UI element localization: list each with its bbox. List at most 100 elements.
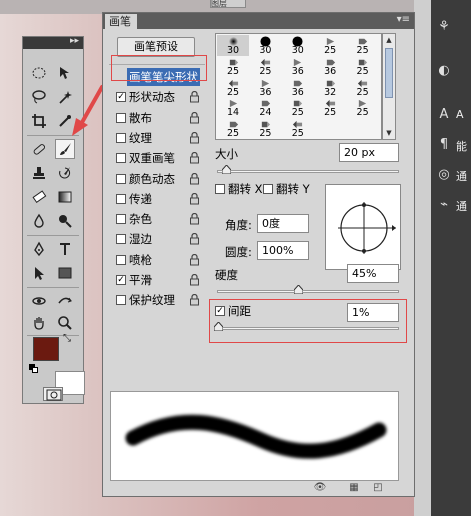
spacing-checkbox[interactable]: ✓ bbox=[215, 306, 225, 316]
gradient-tool[interactable] bbox=[55, 187, 75, 207]
blur-tool[interactable] bbox=[29, 211, 49, 231]
brush-tip-cell[interactable]: 25 bbox=[314, 35, 346, 56]
brush-option-item[interactable]: 颜色动态 bbox=[109, 169, 205, 189]
dock-item-channels[interactable]: ◎ 通 bbox=[431, 164, 471, 190]
angle-input[interactable]: 0度 bbox=[257, 214, 309, 233]
spacing-slider-thumb[interactable] bbox=[214, 322, 224, 331]
tab-brush[interactable]: 画笔 bbox=[105, 14, 137, 29]
dock-item-paths[interactable]: ⌁ 通 bbox=[431, 194, 471, 220]
brush-tip-cell[interactable]: 25 bbox=[217, 77, 249, 98]
brush-option-item[interactable]: ✓ 形状动态 bbox=[109, 87, 205, 107]
lock-icon[interactable] bbox=[189, 213, 200, 225]
dock-item-character[interactable]: AA bbox=[431, 104, 471, 130]
lock-icon[interactable] bbox=[189, 192, 200, 205]
scroll-thumb[interactable] bbox=[385, 48, 393, 98]
brush-tip-cell[interactable]: 25 bbox=[347, 77, 379, 98]
brush-tip-cell[interactable]: 25 bbox=[217, 56, 249, 77]
brush-tip-cell[interactable]: 36 bbox=[282, 56, 314, 77]
brush-tip-cell[interactable]: 24 bbox=[249, 97, 281, 118]
brush-option-checkbox[interactable] bbox=[116, 295, 126, 306]
lock-icon[interactable] bbox=[189, 294, 200, 306]
spacing-input[interactable]: 1% bbox=[347, 303, 399, 322]
panel-menu-icon[interactable]: ▾≡ bbox=[397, 14, 410, 25]
brush-tip-cell[interactable]: 30 bbox=[217, 35, 249, 56]
brush-tip-cell[interactable]: 25 bbox=[347, 97, 379, 118]
roundness-input[interactable]: 100% bbox=[257, 241, 309, 260]
brush-tip-grid[interactable]: 30 30 30 25 25 25 25 36 36 25 25 36 36 32 25 14 24 25 25 25… bbox=[215, 33, 382, 140]
foreground-color-swatch[interactable] bbox=[33, 337, 59, 361]
size-input[interactable]: 20 px bbox=[339, 143, 399, 162]
brush-option-checkbox[interactable] bbox=[116, 234, 126, 245]
grid-view-icon[interactable]: ▦ bbox=[347, 482, 361, 494]
brush-tip-cell[interactable]: 25 bbox=[249, 56, 281, 77]
rectangle-tool[interactable] bbox=[55, 263, 75, 283]
lock-icon[interactable] bbox=[189, 111, 200, 124]
brush-option-checkbox[interactable]: ✓ bbox=[116, 275, 126, 285]
path-selection-tool[interactable] bbox=[29, 263, 49, 283]
lock-icon[interactable] bbox=[189, 233, 200, 245]
brush-option-item[interactable]: 保护纹理 bbox=[109, 290, 205, 310]
hardness-slider-thumb[interactable] bbox=[294, 285, 304, 294]
toolbox-collapse-icon[interactable]: ▸▸ bbox=[70, 36, 79, 46]
zoom-tool[interactable] bbox=[55, 313, 75, 333]
brush-tip-cell[interactable]: 30 bbox=[282, 35, 314, 56]
brush-option-checkbox[interactable] bbox=[116, 132, 126, 143]
toolbox-header[interactable]: ▸▸ bbox=[23, 36, 83, 49]
brush-tip-cell[interactable]: 14 bbox=[217, 97, 249, 118]
lock-icon[interactable] bbox=[189, 91, 200, 103]
brush-tip-cell[interactable]: 25 bbox=[347, 56, 379, 77]
brush-tip-cell[interactable]: 36 bbox=[282, 77, 314, 98]
brush-option-checkbox[interactable] bbox=[116, 153, 126, 164]
eraser-tool[interactable] bbox=[29, 187, 49, 207]
brush-option-checkbox[interactable] bbox=[116, 112, 126, 123]
dodge-tool[interactable] bbox=[55, 211, 75, 231]
angle-roundness-widget[interactable] bbox=[325, 184, 401, 270]
brush-option-item[interactable]: 喷枪 bbox=[109, 250, 205, 270]
brush-option-item[interactable]: ✓ 平滑 bbox=[109, 270, 205, 290]
brush-tip-cell[interactable]: 25 bbox=[282, 118, 314, 139]
brush-tip-cell[interactable]: 25 bbox=[347, 35, 379, 56]
lock-icon[interactable] bbox=[189, 253, 200, 266]
dock-item-adjust[interactable]: ◐ bbox=[431, 60, 471, 86]
brush-presets-button[interactable]: 画笔预设 bbox=[117, 37, 195, 57]
clone-stamp-tool[interactable] bbox=[29, 163, 49, 183]
flip-y-checkbox[interactable] bbox=[263, 184, 273, 194]
pen-tool[interactable] bbox=[29, 239, 49, 259]
3d-orbit-tool[interactable] bbox=[55, 291, 75, 311]
brush-option-checkbox[interactable] bbox=[116, 173, 126, 184]
lock-icon[interactable] bbox=[189, 274, 200, 286]
brush-option-item[interactable]: 湿边 bbox=[109, 229, 205, 249]
brush-option-item[interactable]: 传递 bbox=[109, 189, 205, 209]
move-tool[interactable] bbox=[55, 63, 75, 83]
brush-tip-cell[interactable]: 25 bbox=[249, 118, 281, 139]
type-tool[interactable] bbox=[55, 239, 75, 259]
default-colors-icon[interactable] bbox=[29, 364, 39, 374]
hand-tool[interactable] bbox=[29, 313, 49, 333]
brush-option-item[interactable]: 纹理 bbox=[109, 128, 205, 148]
scroll-up-icon[interactable]: ▲ bbox=[384, 35, 394, 45]
brush-tip-cell[interactable]: 36 bbox=[249, 77, 281, 98]
hardness-input[interactable]: 45% bbox=[347, 264, 399, 283]
brush-option-item[interactable]: 杂色 bbox=[109, 209, 205, 229]
scroll-down-icon[interactable]: ▼ bbox=[384, 128, 394, 138]
brush-option-checkbox[interactable]: ✓ bbox=[116, 92, 126, 103]
lock-icon[interactable] bbox=[189, 152, 200, 164]
3d-rotate-tool[interactable] bbox=[29, 291, 49, 311]
brush-option-item[interactable]: 双重画笔 bbox=[109, 148, 205, 168]
brush-option-checkbox[interactable] bbox=[116, 254, 126, 265]
brush-tip-cell[interactable]: 25 bbox=[314, 97, 346, 118]
brush-tool[interactable] bbox=[55, 139, 75, 159]
marquee-tool[interactable] bbox=[29, 63, 49, 83]
swap-colors-icon[interactable]: ⤡ bbox=[63, 334, 75, 344]
size-slider-track[interactable] bbox=[217, 170, 399, 173]
size-slider-thumb[interactable] bbox=[221, 165, 231, 174]
brush-tip-cell[interactable]: 25 bbox=[282, 97, 314, 118]
brush-panel-tabbar[interactable]: 画笔 ▾≡ bbox=[103, 13, 414, 29]
brush-option-item[interactable]: 散布 bbox=[109, 108, 205, 128]
brush-grid-scrollbar[interactable]: ▲ ▼ bbox=[382, 33, 396, 140]
dock-item-paragraph[interactable]: ¶ 能 bbox=[431, 134, 471, 160]
brush-option-checkbox[interactable] bbox=[116, 214, 126, 225]
layers-tab-fragment[interactable]: 图层 bbox=[210, 0, 246, 8]
lock-icon[interactable] bbox=[189, 131, 200, 144]
brush-tip-cell[interactable]: 32 bbox=[314, 77, 346, 98]
